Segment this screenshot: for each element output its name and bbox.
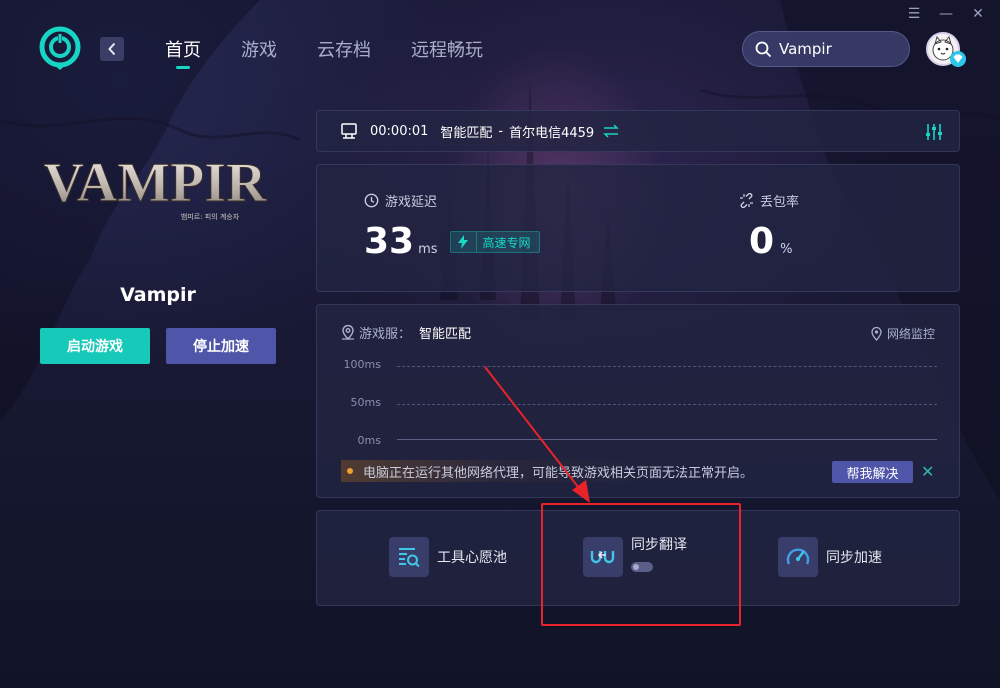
latency-label: 游戏延迟 [385,195,438,210]
stats-panel: 游戏延迟 33 ms 高速专网 丢包率 0 % [316,164,960,292]
app-logo-icon [39,26,81,70]
graph-baseline [397,439,937,440]
broken-link-icon [740,193,753,208]
start-game-button[interactable]: 启动游戏 [40,328,150,364]
minimize-icon[interactable]: — [938,6,954,22]
node-name: 首尔电信4459 [509,125,595,141]
grid-line [397,404,937,405]
search-box[interactable] [742,31,910,67]
svg-text:뱀피르: 피의 계승자: 뱀피르: 피의 계승자 [181,212,240,221]
nav-tab-remote-play[interactable]: 远程畅玩 [411,36,483,66]
nav-tab-cloud-save[interactable]: 云存档 [317,36,371,66]
connection-bar: 00:00:01 智能匹配 - 首尔电信4459 [316,110,960,152]
fast-network-label: 高速专网 [482,235,531,250]
tool-sync-accelerate[interactable]: 同步加速 [778,537,882,577]
network-monitor-link[interactable]: 网络监控 [870,325,935,342]
nav-tab-games[interactable]: 游戏 [241,36,277,66]
latency-value: 33 [364,221,415,262]
speed-gauge-icon [786,548,810,565]
user-avatar[interactable] [926,32,966,67]
close-icon[interactable]: ✕ [970,6,986,22]
game-server-value[interactable]: 智能匹配 [419,323,471,342]
menu-icon[interactable]: ☰ [906,6,922,22]
help-me-fix-button[interactable]: 帮我解决 [832,461,913,483]
wishlist-search-icon [399,548,420,568]
location-pin-icon [342,325,354,340]
match-mode: 智能匹配 [440,125,493,141]
window-controls: ☰ — ✕ [906,6,986,22]
annotation-highlight-box [541,503,741,626]
warning-dot-icon [347,468,353,474]
latency-stat: 游戏延迟 33 ms 高速专网 [364,191,540,260]
search-input[interactable] [779,40,899,58]
latency-graph-panel: 游戏服： 智能匹配 网络监控 100ms 50ms 0ms 电脑正在运行其他网络… [316,304,960,498]
proxy-warning: 电脑正在运行其他网络代理，可能导致游戏相关页面无法正常开启。 [341,460,821,482]
vip-diamond-icon [950,51,966,67]
game-logo: VAMPIR 뱀피르: 피의 계승자 [43,152,268,222]
y-tick-50: 50ms [350,396,381,409]
y-tick-0: 0ms [357,434,381,447]
game-server-label: 游戏服： [359,327,412,342]
chevron-left-icon [108,42,116,56]
switch-node-icon[interactable] [603,124,620,138]
fast-network-badge: 高速专网 [449,231,540,253]
main-nav: 首页 游戏 云存档 远程畅玩 [165,36,523,69]
packet-loss-stat: 丢包率 0 % [739,191,799,260]
elapsed-time: 00:00:01 [370,123,429,139]
latency-unit: ms [418,242,438,257]
y-tick-100: 100ms [343,358,381,371]
network-monitor-label[interactable]: 网络监控 [887,325,935,342]
packet-loss-value: 0 [749,221,775,262]
settings-sliders-icon[interactable] [925,123,943,141]
grid-line [397,366,937,367]
clock-icon [364,193,379,208]
back-button[interactable] [100,37,124,61]
tool-wishlist[interactable]: 工具心愿池 [389,537,507,577]
dismiss-warning-icon[interactable]: ✕ [921,461,935,481]
svg-text:VAMPIR: VAMPIR [44,152,268,214]
search-icon [755,41,772,57]
packet-loss-unit: % [780,242,793,257]
lightning-icon [458,235,469,249]
network-node-icon [341,123,357,139]
stop-accelerate-button[interactable]: 停止加速 [166,328,276,364]
monitor-pin-icon [871,326,882,341]
packet-loss-label: 丢包率 [760,195,800,210]
tool-sync-accelerate-label: 同步加速 [826,550,882,566]
tool-wishlist-label: 工具心愿池 [437,550,507,566]
nav-tab-home[interactable]: 首页 [165,36,201,69]
game-title: Vampir [120,284,196,306]
proxy-warning-text: 电脑正在运行其他网络代理，可能导致游戏相关页面无法正常开启。 [363,465,754,481]
connection-separator: - [498,123,504,139]
